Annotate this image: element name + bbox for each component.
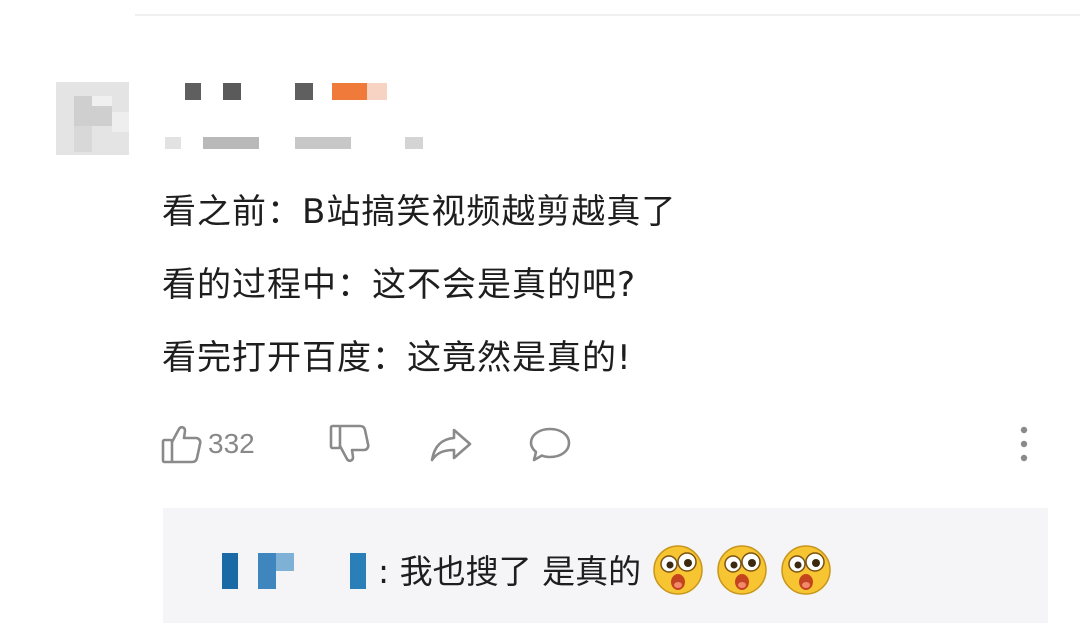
comment-icon — [527, 422, 573, 466]
reply-item: : 我也搜了 是真的 — [220, 539, 833, 599]
user-level-badge — [332, 83, 367, 100]
redacted-block — [203, 137, 259, 149]
redacted-block — [185, 83, 201, 100]
avatar-pixel — [92, 96, 112, 106]
avatar-pixel — [112, 112, 129, 132]
redacted-block — [222, 553, 238, 589]
comment-body: 看之前：B站搞笑视频越剪越真了 看的过程中：这不会是真的吧? 看完打开百度：这竟… — [162, 184, 676, 403]
redacted-block — [295, 137, 351, 149]
redacted-block — [276, 553, 294, 571]
thumbs-down-icon — [328, 422, 372, 466]
like-count: 332 — [208, 428, 255, 459]
redacted-block — [258, 553, 276, 589]
redacted-block — [295, 83, 313, 100]
comment-line: 看的过程中：这不会是真的吧? — [162, 265, 637, 305]
reply-preview[interactable]: : 我也搜了 是真的 — [163, 508, 1048, 623]
like-button[interactable]: 332 — [160, 422, 255, 466]
comment-line: 看完打开百度：这竟然是真的! — [162, 338, 632, 378]
avatar[interactable] — [56, 82, 129, 155]
redacted-block — [350, 553, 366, 589]
shocked-emoji-icon — [653, 545, 703, 595]
redacted-block — [405, 137, 423, 149]
redacted-block — [165, 137, 181, 149]
more-vertical-icon — [1014, 422, 1034, 466]
more-options-button[interactable] — [1014, 422, 1034, 466]
dislike-button[interactable] — [328, 422, 372, 466]
thumbs-up-icon — [160, 422, 204, 466]
reply-username-redacted[interactable] — [220, 550, 372, 589]
share-icon — [428, 422, 474, 466]
redacted-block — [367, 83, 387, 100]
top-divider — [135, 14, 1080, 16]
shocked-emoji-icon — [717, 545, 767, 595]
comment-line: 看之前：B站搞笑视频越剪越真了 — [162, 192, 677, 232]
reply-text: : 我也搜了 是真的 — [378, 552, 642, 591]
reply-comment-button[interactable] — [527, 422, 573, 466]
comment-actions: 332 — [160, 422, 1040, 466]
shocked-emoji-icon — [781, 545, 831, 595]
redacted-block — [223, 83, 241, 100]
avatar-pixel — [74, 126, 92, 152]
share-button[interactable] — [428, 422, 474, 466]
